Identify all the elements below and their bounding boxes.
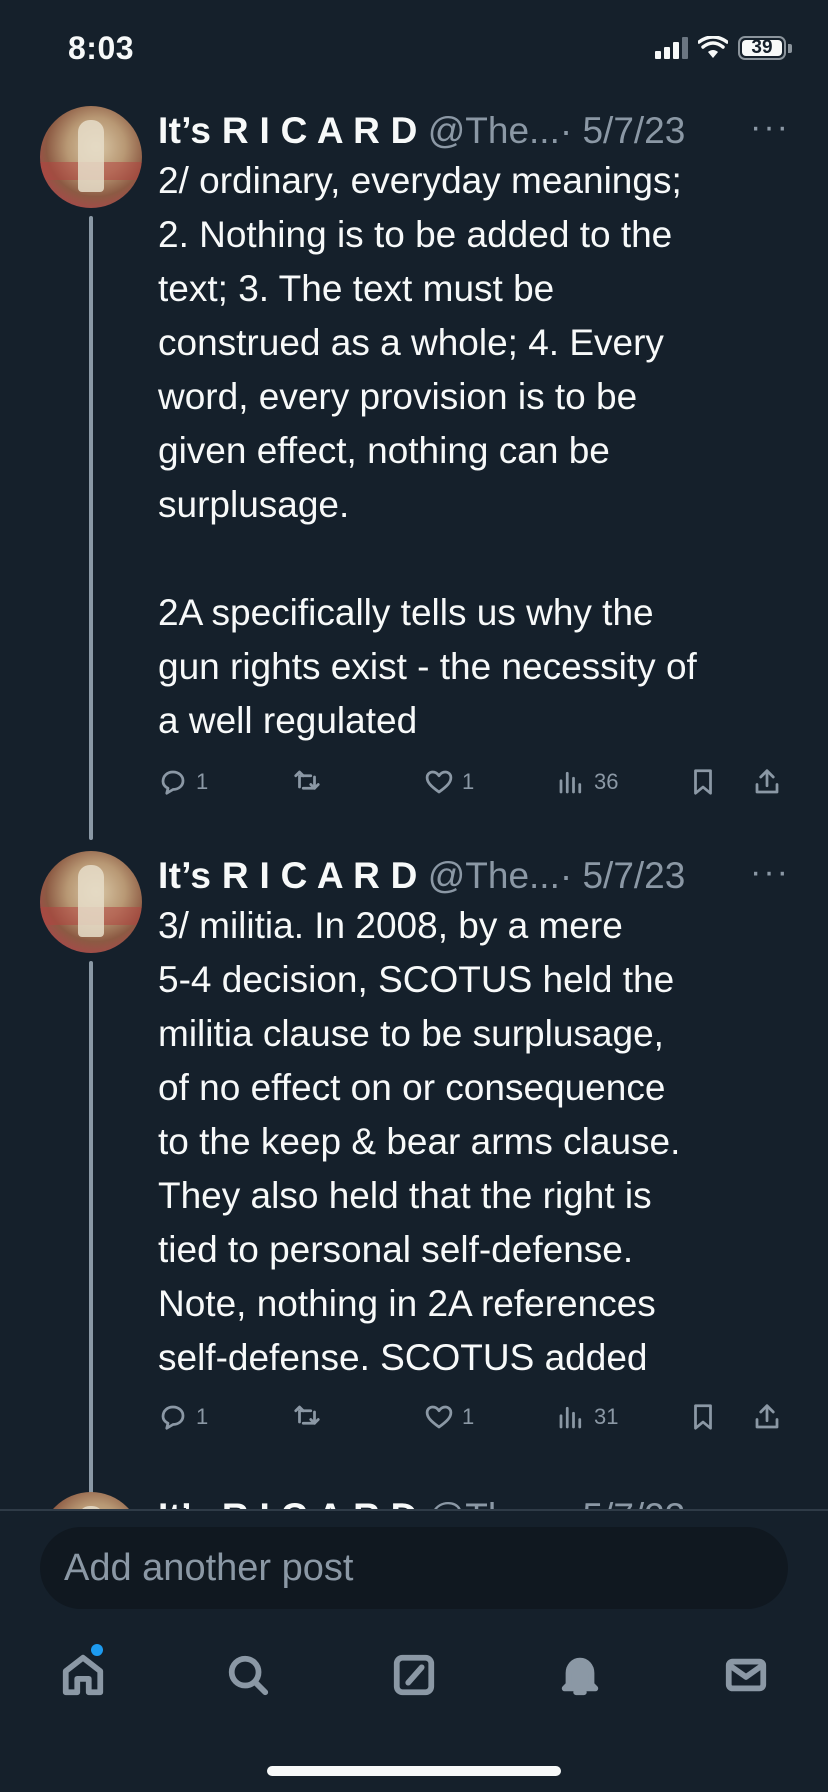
- author-handle[interactable]: @The...: [428, 1496, 560, 1510]
- repost-icon: [294, 770, 320, 790]
- home-icon: [62, 1654, 104, 1696]
- avatar[interactable]: [40, 851, 142, 953]
- thread[interactable]: It’s R I C A R D @The... · 5/7/23 ··· 2/…: [0, 100, 828, 1510]
- home-indicator: [267, 1766, 561, 1776]
- post-date[interactable]: · 5/7/23: [560, 855, 685, 897]
- battery-level: 39: [751, 37, 773, 58]
- post-header: It’s R I C A R D @The... · 5/7/23: [158, 851, 798, 901]
- like-button[interactable]: 1: [424, 1397, 474, 1437]
- analytics-icon: [559, 771, 582, 794]
- nav-search-button[interactable]: [218, 1640, 278, 1710]
- analytics-icon: [559, 1406, 582, 1429]
- reply-button[interactable]: 1: [158, 1397, 208, 1437]
- post-date[interactable]: · 5/7/23: [560, 110, 685, 152]
- author-name[interactable]: It’s R I C A R D: [158, 855, 418, 897]
- nav-compose-button[interactable]: [384, 1640, 444, 1710]
- reply-icon: [161, 1405, 185, 1430]
- like-count: 1: [462, 769, 475, 794]
- share-button[interactable]: [752, 1397, 782, 1437]
- bookmark-icon: [694, 1404, 712, 1430]
- status-bar: 8:03 39: [0, 0, 828, 100]
- view-count: 31: [594, 1404, 619, 1429]
- share-icon: [755, 769, 779, 794]
- author-name[interactable]: It’s R I C A R D: [158, 110, 418, 152]
- author-name[interactable]: It’s R I C A R D: [158, 1496, 418, 1510]
- thread-connector-line: [89, 961, 93, 1510]
- nav-messages-button[interactable]: [716, 1640, 776, 1710]
- messages-icon: [725, 1658, 767, 1692]
- compose-divider: [0, 1509, 828, 1511]
- status-icons: 39: [655, 36, 792, 60]
- heart-icon: [425, 1405, 453, 1429]
- like-count: 1: [462, 1404, 475, 1429]
- repost-button[interactable]: [292, 762, 330, 802]
- search-icon: [228, 1655, 269, 1696]
- views-button[interactable]: 36: [556, 762, 618, 802]
- share-icon: [755, 1404, 779, 1429]
- more-options-icon[interactable]: ···: [750, 108, 790, 147]
- repost-button[interactable]: [292, 1397, 330, 1437]
- post-actions: 1 1 31: [158, 1397, 792, 1437]
- bookmark-button[interactable]: [688, 762, 718, 802]
- notifications-icon: [561, 1657, 599, 1696]
- compose-icon: [393, 1654, 435, 1696]
- post-actions: 1 1 36: [158, 762, 792, 802]
- more-options-icon[interactable]: ···: [750, 853, 790, 892]
- post-header: It’s R I C A R D @The... · 5/7/23: [158, 106, 798, 156]
- reply-icon: [161, 770, 185, 795]
- reply-count: 1: [196, 1404, 209, 1429]
- compose-bar[interactable]: [40, 1527, 788, 1609]
- bottom-nav: [0, 1640, 828, 1720]
- post-header: It’s R I C A R D @The... · 5/7/23: [158, 1492, 798, 1510]
- cellular-signal-icon: [655, 37, 688, 59]
- bookmark-button[interactable]: [688, 1397, 718, 1437]
- reply-count: 1: [196, 769, 209, 794]
- like-button[interactable]: 1: [424, 762, 474, 802]
- nav-notifications-button[interactable]: [550, 1640, 610, 1710]
- post-text: 3/ militia. In 2008, by a mere 5-4 decis…: [158, 905, 681, 1378]
- thread-connector-line: [89, 216, 93, 840]
- post-date[interactable]: · 5/7/23: [560, 1496, 685, 1510]
- view-count: 36: [594, 769, 619, 794]
- post-text: 2/ ordinary, everyday meanings; 2. Nothi…: [158, 160, 697, 741]
- views-button[interactable]: 31: [556, 1397, 618, 1437]
- more-options-icon[interactable]: ···: [750, 1494, 790, 1510]
- battery-icon: 39: [738, 36, 786, 60]
- unread-dot: [91, 1644, 103, 1656]
- avatar[interactable]: [40, 1492, 142, 1510]
- wifi-icon: [698, 36, 728, 58]
- author-handle[interactable]: @The...: [428, 110, 560, 152]
- nav-home-button[interactable]: [53, 1640, 113, 1710]
- avatar[interactable]: [40, 106, 142, 208]
- share-button[interactable]: [752, 762, 782, 802]
- reply-button[interactable]: 1: [158, 762, 208, 802]
- heart-icon: [425, 770, 453, 794]
- add-post-input[interactable]: [64, 1546, 788, 1590]
- bookmark-icon: [694, 769, 712, 795]
- status-time: 8:03: [68, 30, 135, 66]
- author-handle[interactable]: @The...: [428, 855, 560, 897]
- repost-icon: [294, 1405, 320, 1425]
